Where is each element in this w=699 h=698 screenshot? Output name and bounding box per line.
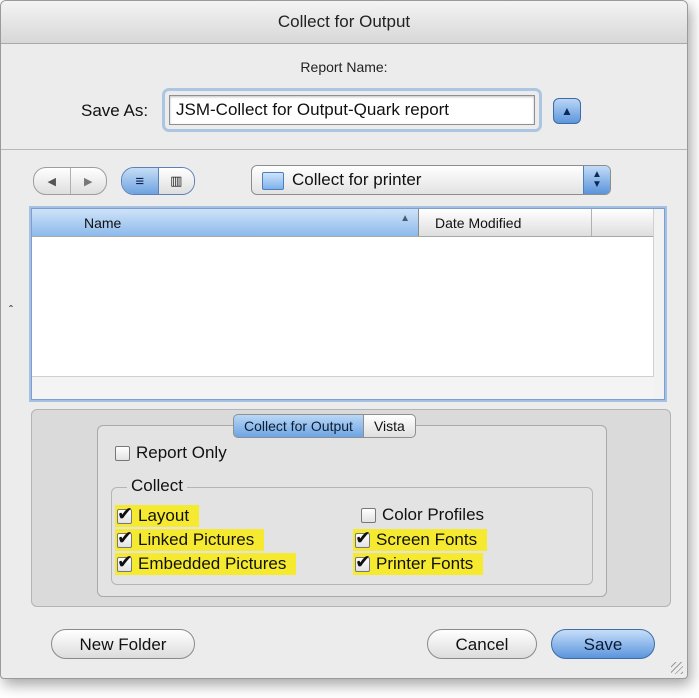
options-tabs: Collect for Output Vista: [233, 414, 416, 438]
save-button[interactable]: Save: [551, 629, 655, 659]
column-view-button[interactable]: ▥: [158, 168, 194, 194]
checkmark-icon: [117, 503, 133, 526]
screen-fonts-checkbox[interactable]: Screen Fonts: [353, 527, 488, 551]
checkbox-unchecked-icon: [361, 507, 376, 523]
save-as-field[interactable]: [169, 95, 535, 125]
location-popup[interactable]: Collect for printer ▲ ▼: [251, 165, 611, 195]
back-forward-control: ◀ ▶: [33, 167, 107, 195]
file-browser-list[interactable]: Name ▲ Date Modified: [31, 208, 665, 400]
checkmark-icon: [355, 551, 371, 574]
column-header-name[interactable]: Name ▲: [32, 209, 419, 236]
checkmark-icon: [355, 527, 371, 550]
window-title: Collect for Output: [1, 1, 687, 44]
linked-pictures-label: Linked Pictures: [138, 530, 255, 549]
view-mode-control: ≡ ▥: [121, 167, 195, 195]
list-view-button[interactable]: ≡: [122, 168, 159, 194]
save-as-label: Save As:: [81, 101, 149, 120]
layout-label: Layout: [138, 506, 190, 525]
collect-group-label: Collect: [127, 476, 187, 496]
location-label: Collect for printer: [292, 170, 422, 189]
horizontal-scrollbar[interactable]: [32, 376, 654, 399]
back-button[interactable]: ◀: [34, 168, 71, 194]
layout-checkbox[interactable]: Layout: [115, 503, 200, 527]
color-profiles-checkbox[interactable]: Color Profiles: [361, 505, 484, 525]
chevron-up-icon: ▲: [561, 104, 573, 118]
new-folder-button[interactable]: New Folder: [51, 629, 195, 659]
resize-grip-icon[interactable]: [671, 662, 683, 674]
folder-icon: [262, 172, 284, 190]
report-only-label: Report Only: [136, 443, 227, 462]
forward-arrow-icon: ▶: [84, 175, 93, 188]
linked-pictures-checkbox[interactable]: Linked Pictures: [115, 527, 265, 551]
tab-collect-for-output[interactable]: Collect for Output: [233, 414, 363, 438]
forward-button[interactable]: ▶: [71, 168, 107, 194]
divider: [1, 149, 687, 150]
printer-fonts-label: Printer Fonts: [376, 554, 474, 573]
collapse-dialog-button[interactable]: ▲: [553, 98, 581, 124]
embedded-pictures-label: Embedded Pictures: [138, 554, 287, 573]
screen-fonts-label: Screen Fonts: [376, 530, 478, 549]
column-header-date-modified[interactable]: Date Modified: [419, 209, 592, 236]
column-header-name-label: Name: [84, 215, 122, 231]
column-view-icon: ▥: [170, 173, 183, 188]
report-only-checkbox[interactable]: Report Only: [115, 443, 227, 463]
list-view-icon: ≡: [135, 172, 145, 190]
color-profiles-label: Color Profiles: [382, 505, 485, 524]
back-arrow-icon: ◀: [47, 175, 56, 188]
tab-vista[interactable]: Vista: [362, 414, 416, 438]
cancel-button[interactable]: Cancel: [427, 629, 537, 659]
checkmark-icon: [117, 551, 133, 574]
popup-arrows-icon: ▲ ▼: [583, 166, 610, 194]
column-header-date-label: Date Modified: [435, 215, 522, 231]
resize-handle-icon[interactable]: ˆ: [9, 303, 13, 317]
vertical-scrollbar[interactable]: [653, 209, 664, 399]
report-name-label: Report Name:: [300, 59, 388, 75]
list-header: Name ▲ Date Modified: [32, 209, 654, 237]
embedded-pictures-checkbox[interactable]: Embedded Pictures: [115, 551, 297, 575]
sort-ascending-icon: ▲: [400, 213, 410, 224]
printer-fonts-checkbox[interactable]: Printer Fonts: [353, 551, 484, 575]
checkbox-unchecked-icon: [115, 445, 130, 461]
checkmark-icon: [117, 527, 133, 550]
save-dialog-window: Collect for Output Report Name: Save As:…: [0, 0, 688, 679]
